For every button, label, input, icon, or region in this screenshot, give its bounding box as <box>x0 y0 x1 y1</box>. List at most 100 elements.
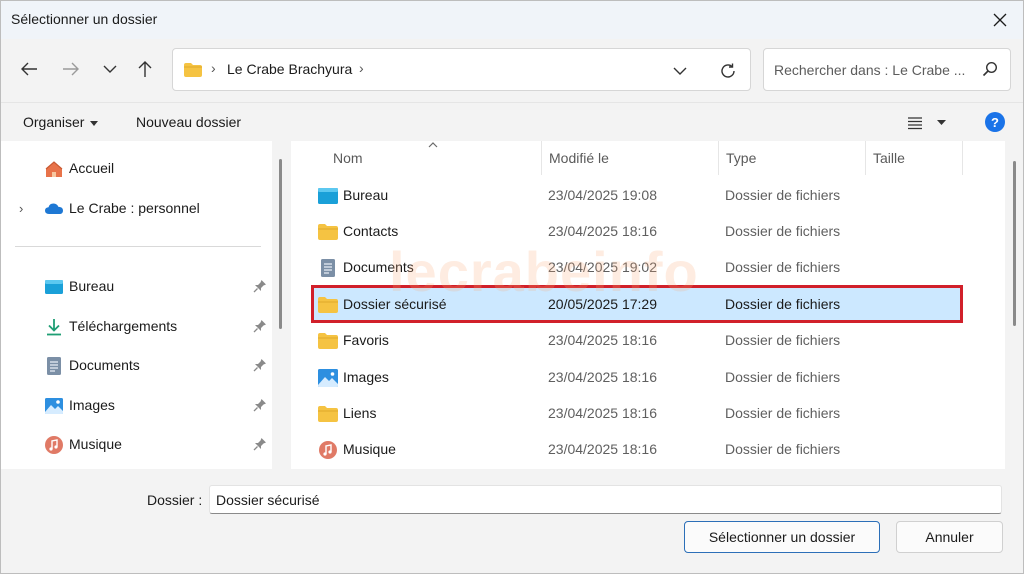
nav-item-downloads[interactable]: Téléchargements <box>1 309 272 343</box>
arrow-left-icon <box>21 62 37 76</box>
file-name: Contacts <box>343 223 399 239</box>
table-row[interactable]: Musique 23/04/2025 18:16 Dossier de fich… <box>313 432 961 466</box>
column-header-size[interactable]: Taille <box>865 141 963 175</box>
refresh-icon <box>721 63 735 78</box>
cancel-button[interactable]: Annuler <box>896 521 1003 553</box>
search-input[interactable]: Rechercher dans : Le Crabe ... <box>774 62 965 78</box>
desktop-icon <box>45 280 63 294</box>
folder-icon <box>318 406 338 422</box>
address-row: › Le Crabe Brachyura › Rechercher dans :… <box>1 39 1023 101</box>
pin-icon[interactable] <box>253 358 267 372</box>
file-name: Dossier sécurisé <box>343 296 447 312</box>
caret-down-icon <box>90 120 99 126</box>
table-row[interactable]: Liens 23/04/2025 18:16 Dossier de fichie… <box>313 396 961 430</box>
file-type: Dossier de fichiers <box>725 296 841 312</box>
dialog-footer: Dossier : Sélectionner un dossier Annule… <box>1 469 1023 573</box>
nav-item-documents[interactable]: Documents <box>1 348 272 382</box>
search-box[interactable]: Rechercher dans : Le Crabe ... <box>763 48 1011 91</box>
close-icon <box>993 13 1007 27</box>
file-type: Dossier de fichiers <box>725 441 841 457</box>
up-button[interactable] <box>131 55 159 83</box>
pin-icon[interactable] <box>253 279 267 293</box>
caret-down-icon <box>937 120 946 125</box>
column-header-type[interactable]: Type <box>718 141 865 175</box>
address-bar[interactable]: › Le Crabe Brachyura › <box>172 48 751 91</box>
organize-menu[interactable]: Organiser <box>23 114 99 130</box>
nav-item-onedrive[interactable]: › Le Crabe : personnel <box>1 191 272 225</box>
select-folder-button[interactable]: Sélectionner un dossier <box>684 521 880 553</box>
file-modified: 23/04/2025 18:16 <box>548 223 657 239</box>
file-type: Dossier de fichiers <box>725 259 841 275</box>
nav-item-label: Images <box>69 397 115 413</box>
folder-picker-dialog: Sélectionner un dossier › Le Crabe Brach… <box>0 0 1024 574</box>
table-row[interactable]: Contacts 23/04/2025 18:16 Dossier de fic… <box>313 214 961 248</box>
file-name: Images <box>343 369 389 385</box>
file-modified: 20/05/2025 17:29 <box>548 296 657 312</box>
help-button[interactable]: ? <box>985 112 1005 132</box>
nav-item-home[interactable]: Accueil <box>1 151 272 185</box>
document-icon <box>47 357 61 375</box>
pin-icon[interactable] <box>253 437 267 451</box>
file-type: Dossier de fichiers <box>725 223 841 239</box>
folder-icon <box>184 63 202 77</box>
file-type: Dossier de fichiers <box>725 332 841 348</box>
forward-button[interactable] <box>57 55 85 83</box>
nav-item-label: Documents <box>69 357 140 373</box>
search-icon <box>982 61 998 77</box>
folder-icon <box>318 333 338 349</box>
breadcrumb-separator[interactable]: › <box>359 60 364 76</box>
back-button[interactable] <box>15 55 43 83</box>
file-list-scrollbar[interactable] <box>1013 161 1016 326</box>
file-type: Dossier de fichiers <box>725 405 841 421</box>
address-history-button[interactable] <box>669 60 691 82</box>
file-name: Liens <box>343 405 377 421</box>
table-row-selected[interactable]: Dossier sécurisé 20/05/2025 17:29 Dossie… <box>311 285 963 323</box>
file-name: Favoris <box>343 332 389 348</box>
navigation-scrollbar[interactable] <box>279 159 282 329</box>
refresh-button[interactable] <box>717 60 739 82</box>
music-icon <box>45 436 63 454</box>
file-name: Documents <box>343 259 414 275</box>
file-modified: 23/04/2025 19:02 <box>548 259 657 275</box>
window-title: Sélectionner un dossier <box>11 11 158 27</box>
file-name: Bureau <box>343 187 389 203</box>
nav-item-desktop[interactable]: Bureau <box>1 269 272 303</box>
file-modified: 23/04/2025 19:08 <box>548 187 657 203</box>
expand-chevron-icon[interactable]: › <box>19 201 23 216</box>
table-row[interactable]: Bureau 23/04/2025 19:08 Dossier de fichi… <box>313 178 961 212</box>
download-icon <box>47 319 61 336</box>
close-button[interactable] <box>985 5 1015 35</box>
nav-item-music[interactable]: Musique <box>1 427 272 461</box>
file-modified: 23/04/2025 18:16 <box>548 441 657 457</box>
column-header-name[interactable]: Nom <box>291 141 541 175</box>
file-type: Dossier de fichiers <box>725 187 841 203</box>
recent-locations-button[interactable] <box>96 55 124 83</box>
folder-icon <box>318 297 338 313</box>
file-modified: 23/04/2025 18:16 <box>548 369 657 385</box>
title-bar: Sélectionner un dossier <box>1 1 1023 39</box>
view-options-button[interactable] <box>907 113 953 133</box>
list-view-icon <box>908 117 922 130</box>
desktop-icon <box>318 188 338 204</box>
pin-icon[interactable] <box>253 398 267 412</box>
folder-name-input[interactable] <box>209 485 1002 514</box>
command-bar: Organiser Nouveau dossier ? <box>1 102 1023 140</box>
nav-item-label: Le Crabe : personnel <box>69 200 200 216</box>
nav-item-images[interactable]: Images <box>1 388 272 422</box>
nav-item-label: Bureau <box>69 278 115 294</box>
column-header-modified[interactable]: Modifié le <box>541 141 718 175</box>
file-modified: 23/04/2025 18:16 <box>548 405 657 421</box>
breadcrumb-current[interactable]: Le Crabe Brachyura <box>227 61 352 77</box>
new-folder-button[interactable]: Nouveau dossier <box>136 114 241 130</box>
music-icon <box>319 441 337 459</box>
pin-icon[interactable] <box>253 319 267 333</box>
chevron-down-icon <box>103 65 117 73</box>
table-row[interactable]: Images 23/04/2025 18:16 Dossier de fichi… <box>313 360 961 394</box>
file-modified: 23/04/2025 18:16 <box>548 332 657 348</box>
chevron-down-icon <box>673 67 687 75</box>
table-row[interactable]: Documents 23/04/2025 19:02 Dossier de fi… <box>313 250 961 284</box>
folder-icon <box>318 224 338 240</box>
organize-label: Organiser <box>23 114 85 130</box>
table-row[interactable]: Favoris 23/04/2025 18:16 Dossier de fich… <box>313 323 961 357</box>
file-list: Nom Modifié le Type Taille Bureau 23/04/… <box>291 141 1005 469</box>
